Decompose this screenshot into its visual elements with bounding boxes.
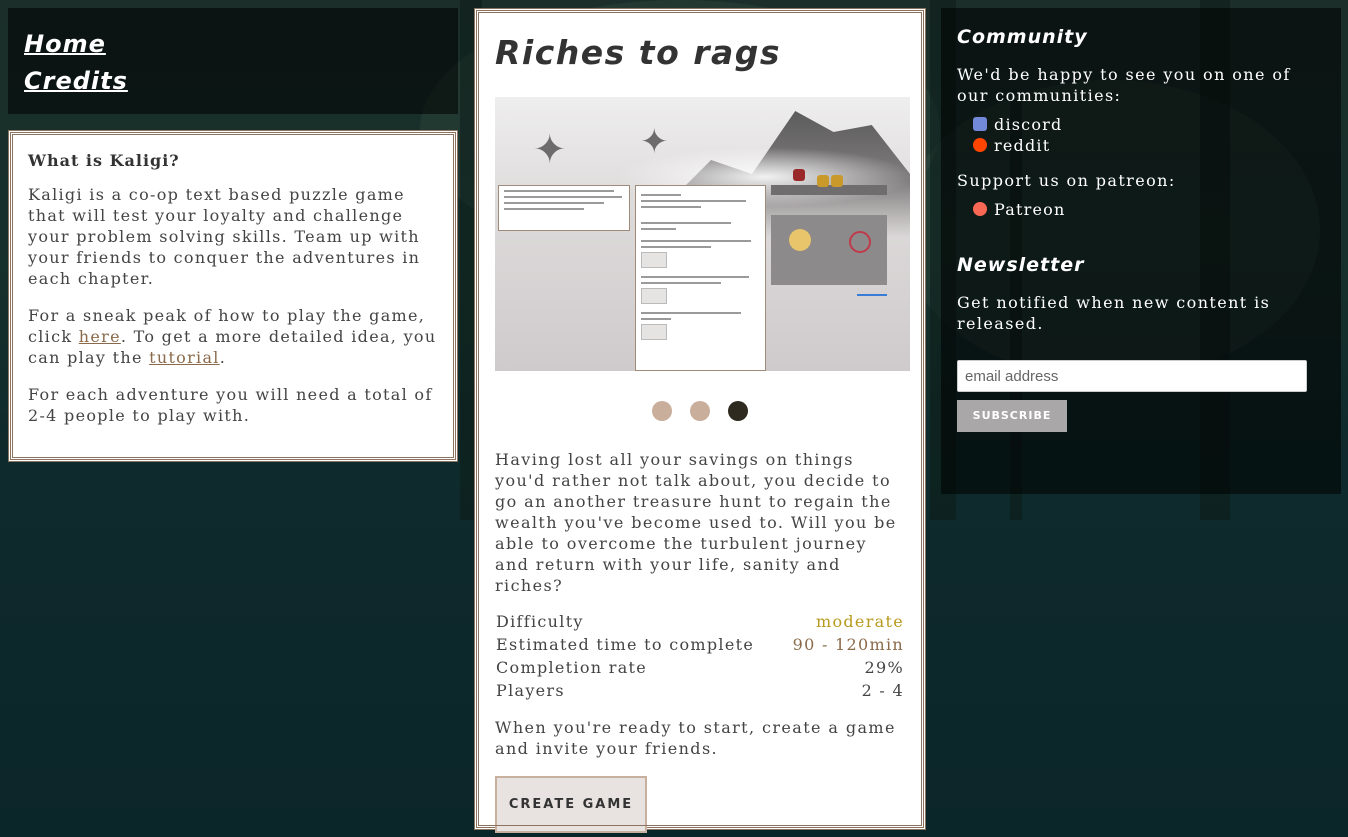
vitals-panel [771, 215, 887, 285]
patreon-icon [973, 202, 987, 216]
carousel-dot[interactable] [652, 401, 672, 421]
reddit-icon [973, 138, 987, 152]
patreon-intro: Support us on patreon: [957, 171, 1176, 190]
nav-home-link[interactable]: Home [24, 26, 442, 63]
stat-label: Estimated time to complete [496, 635, 755, 654]
about-intro: Kaligi is a co-op text based puzzle game… [28, 185, 421, 288]
discord-icon [973, 117, 987, 131]
brain-icon [849, 231, 871, 253]
newsletter-section: Newsletter Get notified when new content… [957, 254, 1325, 432]
drop-button [641, 288, 667, 304]
drop-button [641, 252, 667, 268]
discord-label: discord [994, 115, 1063, 134]
email-input[interactable] [957, 360, 1307, 392]
patreon-label: Patreon [994, 200, 1066, 219]
story-text-panel [498, 185, 630, 231]
community-intro: We'd be happy to see you on one of our c… [957, 65, 1291, 105]
dragon-icon [793, 169, 805, 181]
about-players: For each adventure you will need a total… [28, 385, 433, 425]
about-panel: What is Kaligi? Kaligi is a co-op text b… [8, 130, 458, 462]
adventure-description: Having lost all your savings on things y… [495, 450, 897, 595]
patreon-link[interactable]: Patreon [973, 199, 1325, 220]
stat-value: 90 - 120min [792, 635, 904, 654]
patreon-links: Patreon [957, 199, 1325, 220]
party-bar [771, 185, 887, 195]
action-log-panel [635, 185, 766, 371]
newsletter-heading: Newsletter [957, 254, 1085, 276]
carousel-dot-active[interactable] [728, 401, 748, 421]
ready-text: When you're ready to start, create a gam… [495, 718, 896, 758]
adventure-panel: Riches to rags ✦ ✦ Having lost all your … [474, 8, 926, 833]
stat-row: Estimated time to complete 90 - 120min [495, 633, 905, 656]
bird-icon: ✦ [640, 122, 669, 162]
community-heading: Community [957, 26, 1088, 48]
stat-value: 29% [864, 658, 904, 677]
character-portrait-icon [789, 229, 811, 251]
volume-slider [857, 294, 887, 296]
reddit-link[interactable]: reddit [973, 135, 1325, 156]
stat-row: Players 2 - 4 [495, 679, 905, 702]
drop-button [641, 324, 667, 340]
adventure-stats: Difficulty moderate Estimated time to co… [495, 610, 905, 702]
community-links: discord reddit [957, 114, 1325, 156]
about-howto: For a sneak peak of how to play the game… [28, 305, 438, 368]
party-icon [817, 175, 829, 187]
stat-value: moderate [815, 612, 904, 631]
carousel-screenshot: ✦ ✦ [495, 97, 910, 371]
stat-label: Completion rate [496, 658, 648, 677]
stat-label: Difficulty [496, 612, 584, 631]
create-game-button[interactable]: CREATE GAME [495, 776, 647, 833]
stat-value: 2 - 4 [861, 681, 904, 700]
discord-link[interactable]: discord [973, 114, 1325, 135]
nav-credits-link[interactable]: Credits [24, 63, 442, 100]
adventure-title: Riches to rags [495, 33, 782, 72]
reddit-label: reddit [994, 136, 1051, 155]
tutorial-link[interactable]: tutorial [149, 348, 220, 367]
stat-label: Players [496, 681, 565, 700]
stat-row: Difficulty moderate [495, 610, 905, 633]
party-icon [831, 175, 843, 187]
community-panel: Community We'd be happy to see you on on… [941, 8, 1341, 494]
stat-row: Completion rate 29% [495, 656, 905, 679]
newsletter-text: Get notified when new content is release… [957, 293, 1271, 333]
sneak-peek-link[interactable]: here [79, 327, 121, 346]
bird-icon: ✦ [533, 127, 567, 173]
howto-text-3: . [219, 348, 227, 367]
top-nav: Home Credits [8, 8, 458, 114]
about-heading: What is Kaligi? [28, 151, 180, 170]
carousel-dot[interactable] [690, 401, 710, 421]
subscribe-button[interactable]: SUBSCRIBE [957, 400, 1067, 432]
carousel-indicators [495, 401, 905, 421]
